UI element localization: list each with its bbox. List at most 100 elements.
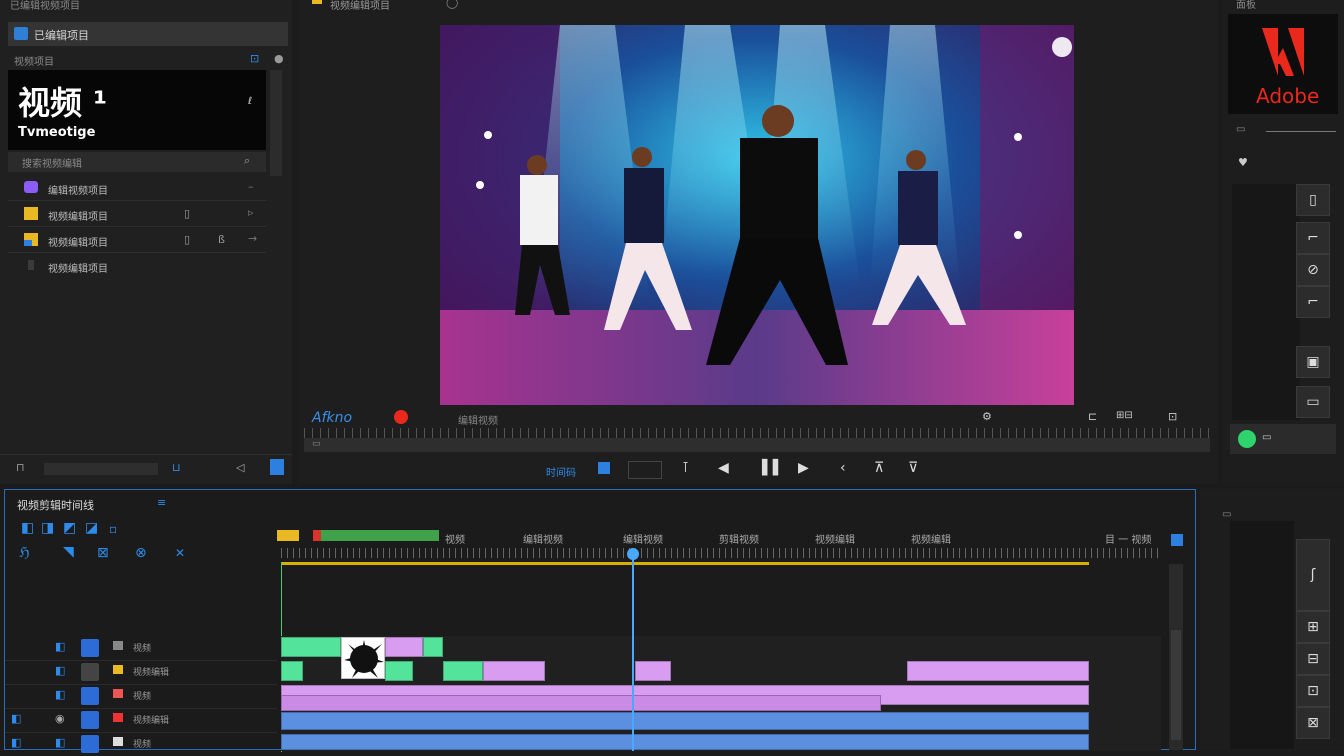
tool-button-10[interactable]: ⊡: [1296, 675, 1330, 707]
quality-icon[interactable]: ⊞⊟: [1116, 410, 1133, 421]
tool-button-4[interactable]: ⌐: [1296, 286, 1330, 318]
tool-button-2[interactable]: ⌐: [1296, 222, 1330, 254]
timeline-settings-icon[interactable]: [1171, 534, 1183, 546]
sort-icon[interactable]: ◁: [236, 461, 244, 474]
pen-icon[interactable]: ◥: [63, 544, 74, 560]
item-menu-icon[interactable]: –: [248, 180, 254, 193]
clip-audio[interactable]: [281, 734, 1089, 750]
list-item[interactable]: 视频编辑项目 ▯ ▹: [8, 202, 266, 227]
clip-green[interactable]: [423, 637, 443, 657]
monitor-scrubber[interactable]: ▭: [304, 438, 1210, 452]
timeline-menu-icon[interactable]: ≡: [157, 496, 166, 509]
monitor-ruler[interactable]: [304, 428, 1210, 438]
clip-pink[interactable]: [281, 695, 881, 711]
track-target-icon[interactable]: ◧: [55, 736, 65, 749]
clip-green[interactable]: [443, 661, 483, 681]
type-tool-icon[interactable]: ✕: [175, 546, 185, 560]
list-item[interactable]: 编辑视频项目 –: [8, 176, 266, 201]
zoom-slider[interactable]: [44, 463, 158, 475]
track-lock-icon[interactable]: [113, 737, 123, 746]
filter-bar[interactable]: 搜索视频编辑 ⌕: [8, 152, 266, 172]
heart-icon[interactable]: ♥: [1238, 156, 1248, 169]
export-icon[interactable]: ⊽: [908, 460, 918, 476]
clip-green[interactable]: [385, 661, 413, 681]
track-header[interactable]: ◧ ◧ 视频: [5, 732, 277, 756]
step-forward-icon[interactable]: ▶: [798, 460, 809, 476]
folder-icon[interactable]: ⊔: [172, 461, 181, 474]
timeline-ruler[interactable]: [281, 548, 1161, 558]
clip-pink[interactable]: [385, 637, 423, 657]
right-panel-tab[interactable]: ▭: [1236, 124, 1245, 135]
tool-button-9[interactable]: ⊟: [1296, 643, 1330, 675]
monitor-tab[interactable]: 视频编辑项目: [330, 0, 390, 12]
lift-icon[interactable]: [598, 462, 610, 474]
lock-icon[interactable]: ⊓: [16, 461, 25, 474]
tool-button-8[interactable]: ⊞: [1296, 611, 1330, 643]
add-marker-icon[interactable]: [394, 410, 408, 424]
track-header[interactable]: ◧ 视频: [5, 684, 277, 709]
settings-icon[interactable]: ⚙: [982, 410, 992, 423]
in-point-marker[interactable]: [277, 530, 299, 541]
thumbnail-menu-icon[interactable]: ℓ: [248, 96, 252, 107]
tool-button-7[interactable]: ʃ: [1296, 539, 1330, 611]
track-lock-icon[interactable]: [113, 713, 123, 722]
slip-icon[interactable]: ℌ: [19, 545, 30, 561]
settings-tool-icon[interactable]: ◪: [85, 520, 98, 536]
clip-green[interactable]: [281, 661, 303, 681]
video-frame[interactable]: [440, 25, 1074, 405]
track-lock-icon[interactable]: [113, 665, 123, 674]
bracket-out-icon[interactable]: ⊼: [874, 460, 884, 476]
razor-icon[interactable]: ▫: [109, 522, 117, 536]
clip-audio[interactable]: [281, 712, 1089, 730]
track-toggle[interactable]: [81, 687, 99, 705]
track-solo-icon[interactable]: ◉: [55, 712, 65, 725]
tool-button-6[interactable]: ▭: [1296, 386, 1330, 418]
track-target-icon[interactable]: ◧: [55, 688, 65, 701]
new-bin-icon[interactable]: [270, 459, 284, 475]
track-toggle[interactable]: [81, 663, 99, 681]
tool-button-1[interactable]: ▯: [1296, 184, 1330, 216]
track-lock-icon[interactable]: [113, 641, 123, 650]
hand-icon[interactable]: ⊠: [97, 545, 109, 561]
item-menu-icon[interactable]: →: [248, 232, 257, 245]
clip-pink[interactable]: [635, 661, 671, 681]
step-back-icon[interactable]: ◀: [718, 460, 729, 476]
work-area-bar[interactable]: [313, 530, 439, 541]
bracket-in-icon[interactable]: ⊺: [682, 460, 689, 476]
track-toggle[interactable]: [81, 711, 99, 729]
new-item-icon[interactable]: ⊡: [250, 52, 259, 65]
track-mute-icon[interactable]: ◧: [11, 712, 21, 725]
list-item[interactable]: 视频编辑项目: [8, 254, 266, 278]
track-lock-icon[interactable]: [113, 689, 123, 698]
track-target-icon[interactable]: ◧: [55, 640, 65, 653]
clip-pink[interactable]: [483, 661, 545, 681]
scroll-bar[interactable]: [270, 70, 282, 176]
status-tile[interactable]: ▭: [1230, 424, 1336, 454]
track-toggle[interactable]: [81, 735, 99, 753]
go-back-icon[interactable]: ‹: [840, 460, 846, 476]
clip-green[interactable]: [281, 637, 341, 657]
snap-icon[interactable]: ◧: [21, 520, 34, 536]
tool-button-5[interactable]: ▣: [1296, 346, 1330, 378]
clip-thumbnail[interactable]: [341, 637, 385, 679]
play-icon[interactable]: ▌▌: [762, 460, 784, 476]
link-icon[interactable]: ◨: [41, 520, 54, 536]
track-mute-icon[interactable]: ◧: [11, 736, 21, 749]
tool-button-11[interactable]: ⊠: [1296, 707, 1330, 739]
search-icon[interactable]: ⌕: [244, 154, 250, 168]
tool-button-3[interactable]: ⊘: [1296, 254, 1330, 286]
item-menu-icon[interactable]: ▹: [248, 206, 254, 219]
zoom-tool-icon[interactable]: ⊗: [135, 545, 147, 561]
track-toggle[interactable]: [81, 639, 99, 657]
clip-pink[interactable]: [907, 661, 1089, 681]
track-header[interactable]: ◧ 视频: [5, 636, 277, 661]
pin-icon[interactable]: ●: [274, 52, 284, 65]
zoom-fit-icon[interactable]: ⊏: [1088, 410, 1097, 423]
timeline-scroll-thumb[interactable]: [1171, 630, 1181, 740]
list-item[interactable]: 视频编辑项目 ▯ ß →: [8, 228, 266, 253]
track-target-icon[interactable]: ◧: [55, 664, 65, 677]
marker-tool-icon[interactable]: ◩: [63, 520, 76, 536]
track-header[interactable]: ◧ ◉ 视频编辑: [5, 708, 277, 733]
timecode-field[interactable]: [628, 461, 662, 479]
track-header[interactable]: ◧ 视频编辑: [5, 660, 277, 685]
